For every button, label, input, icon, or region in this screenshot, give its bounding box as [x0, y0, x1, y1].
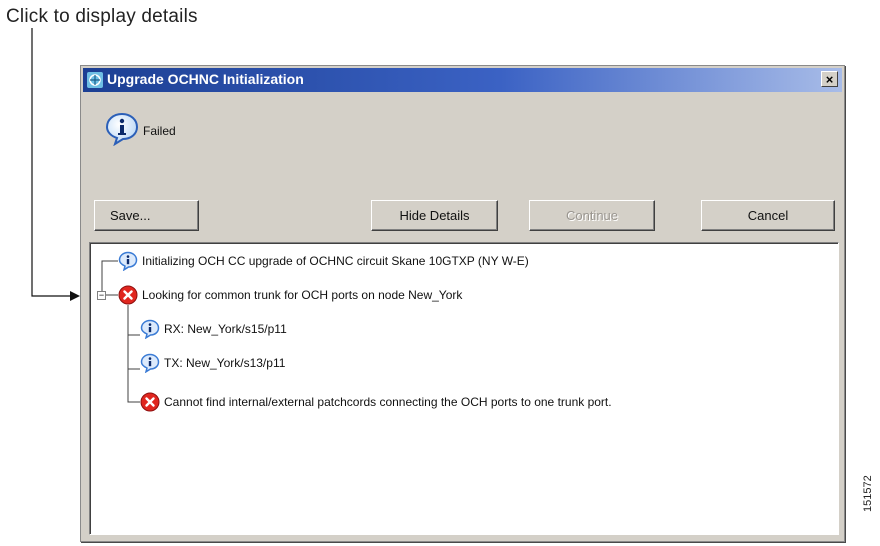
cancel-button[interactable]: Cancel [701, 200, 835, 231]
details-tree[interactable]: − Initializing OCH CC upgrade of OCHNC c… [89, 242, 839, 535]
tree-node-label: RX: New_York/s15/p11 [164, 322, 287, 336]
figure-id: 151572 [862, 475, 874, 512]
collapse-toggle[interactable]: − [97, 291, 106, 300]
tree-node[interactable]: Cannot find internal/external patchcords… [140, 392, 612, 412]
info-icon [140, 353, 160, 373]
continue-button[interactable]: Continue [529, 200, 655, 231]
status-message: Failed [143, 124, 176, 138]
hide-details-button[interactable]: Hide Details [371, 200, 498, 231]
info-bubble-icon [105, 112, 139, 146]
network-app-icon [87, 72, 103, 88]
info-icon [118, 251, 138, 271]
tree-node-label: Initializing OCH CC upgrade of OCHNC cir… [142, 254, 529, 268]
tree-node[interactable]: TX: New_York/s13/p11 [140, 353, 285, 373]
upgrade-dialog: Upgrade OCHNC Initialization × Failed Sa… [80, 65, 845, 542]
dialog-titlebar[interactable]: Upgrade OCHNC Initialization × [83, 68, 842, 92]
error-icon [140, 392, 160, 412]
tree-node-label: TX: New_York/s13/p11 [164, 356, 286, 370]
info-icon [140, 319, 160, 339]
tree-node[interactable]: Looking for common trunk for OCH ports o… [118, 285, 462, 305]
tree-node[interactable]: RX: New_York/s15/p11 [140, 319, 287, 339]
save-button[interactable]: Save... [94, 200, 199, 231]
tree-node-label: Cannot find internal/external patchcords… [164, 395, 612, 409]
error-icon [118, 285, 138, 305]
tree-node-label: Looking for common trunk for OCH ports o… [142, 288, 463, 302]
tree-node[interactable]: Initializing OCH CC upgrade of OCHNC cir… [118, 251, 529, 271]
dialog-title: Upgrade OCHNC Initialization [107, 71, 304, 87]
close-button[interactable]: × [821, 71, 838, 87]
